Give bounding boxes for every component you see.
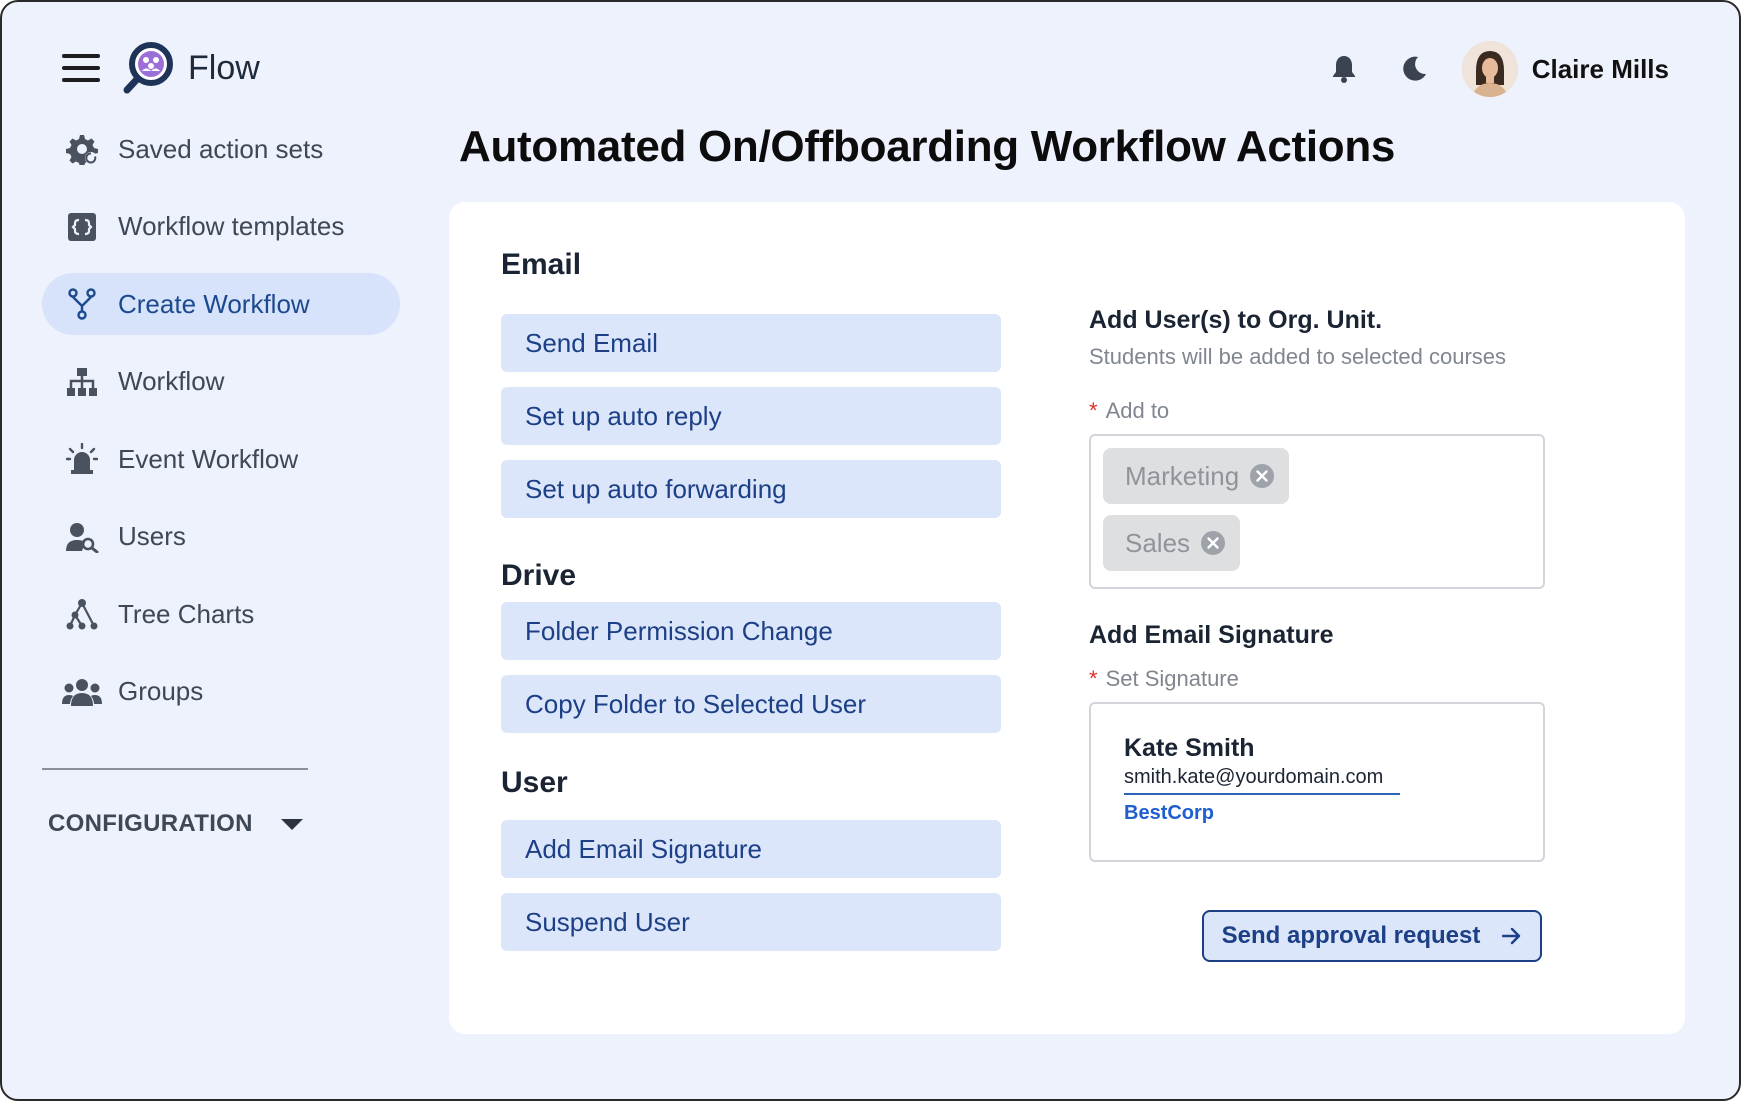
- sidebar-item-workflow-templates[interactable]: Workflow templates: [42, 196, 400, 258]
- siren-icon: [60, 437, 104, 481]
- template-icon: [60, 205, 104, 249]
- org-unit-title: Add User(s) to Org. Unit.: [1089, 306, 1383, 334]
- sidebar-item-label: Event Workflow: [118, 443, 299, 474]
- app-frame: Flow Claire Mills Saved action sets Work…: [0, 0, 1741, 1101]
- sidebar-item-groups[interactable]: Groups: [42, 661, 400, 723]
- gear-settings-icon: [60, 127, 104, 171]
- moon-icon[interactable]: [1394, 49, 1434, 89]
- sidebar-item-label: Workflow: [118, 366, 225, 396]
- user-bar: Claire Mills: [1324, 40, 1669, 98]
- required-mark: *: [1089, 398, 1098, 423]
- org-unit-subtitle: Students will be added to selected cours…: [1089, 344, 1507, 369]
- auto-reply-button[interactable]: Set up auto reply: [501, 387, 1001, 445]
- hamburger-menu-icon[interactable]: [62, 54, 100, 82]
- tag-chip-label: Marketing: [1125, 460, 1240, 491]
- signature-title: Add Email Signature: [1089, 621, 1334, 649]
- tag-chip-label: Sales: [1125, 527, 1191, 558]
- send-approval-request-button[interactable]: Send approval request: [1202, 910, 1542, 962]
- sidebar-item-create-workflow[interactable]: Create Workflow: [42, 273, 400, 335]
- avatar[interactable]: [1461, 41, 1518, 97]
- signature-company: BestCorp: [1124, 802, 1215, 824]
- sidebar-nav: Saved action sets Workflow templates Cre…: [42, 118, 400, 738]
- send-approval-request-label: Send approval request: [1221, 922, 1481, 949]
- org-unit-tag-input[interactable]: Marketing Sales: [1089, 434, 1545, 589]
- remove-tag-icon[interactable]: [1249, 463, 1275, 489]
- page-title: Automated On/Offboarding Workflow Action…: [459, 122, 1396, 171]
- sidebar-item-label: Users: [118, 521, 186, 551]
- bell-icon[interactable]: [1324, 49, 1364, 89]
- app-name: Flow: [188, 48, 260, 87]
- brand-bar: Flow: [62, 40, 260, 96]
- tag-chip: Sales: [1103, 515, 1241, 571]
- add-to-label: * Add to: [1089, 398, 1169, 424]
- auto-forwarding-button[interactable]: Set up auto forwarding: [501, 460, 1001, 518]
- caret-down-icon: [280, 818, 303, 830]
- signature-name: Kate Smith: [1124, 734, 1255, 762]
- sidebar-item-label: Groups: [118, 676, 204, 706]
- section-heading-drive: Drive: [501, 559, 577, 592]
- hierarchy-icon: [60, 360, 104, 404]
- sidebar-item-users[interactable]: Users: [42, 506, 400, 568]
- suspend-user-button[interactable]: Suspend User: [501, 893, 1001, 951]
- sidebar-item-label: Create Workflow: [118, 288, 310, 319]
- flow-logo-icon: [123, 42, 173, 94]
- signature-email: smith.kate@yourdomain.com: [1124, 766, 1400, 795]
- add-email-signature-button[interactable]: Add Email Signature: [501, 820, 1001, 878]
- folder-permission-button[interactable]: Folder Permission Change: [501, 602, 1001, 660]
- add-to-label-text: Add to: [1105, 398, 1170, 423]
- user-search-icon: [60, 515, 104, 559]
- sidebar-divider: [42, 768, 308, 770]
- copy-folder-button[interactable]: Copy Folder to Selected User: [501, 675, 1001, 733]
- tag-chip: Marketing: [1103, 448, 1290, 504]
- required-mark: *: [1089, 666, 1098, 691]
- sidebar-item-workflow[interactable]: Workflow: [42, 351, 400, 413]
- sidebar-item-tree-charts[interactable]: Tree Charts: [42, 583, 400, 645]
- set-signature-label-text: Set Signature: [1105, 666, 1239, 691]
- branch-icon: [60, 282, 104, 326]
- sidebar-item-label: Workflow templates: [118, 211, 345, 241]
- section-heading-user: User: [501, 766, 568, 799]
- actions-card: Email Send Email Set up auto reply Set u…: [449, 202, 1685, 1034]
- signature-editor[interactable]: Kate Smith smith.kate@yourdomain.com Bes…: [1089, 702, 1545, 862]
- configuration-label: CONFIGURATION: [48, 810, 253, 837]
- arrow-right-icon: [1502, 927, 1521, 945]
- sidebar-item-saved-action-sets[interactable]: Saved action sets: [42, 118, 400, 180]
- sidebar-item-event-workflow[interactable]: Event Workflow: [42, 428, 400, 490]
- sidebar-item-label: Saved action sets: [118, 133, 324, 164]
- send-email-button[interactable]: Send Email: [501, 314, 1001, 372]
- tree-chart-icon: [60, 592, 104, 636]
- configuration-toggle[interactable]: CONFIGURATION: [48, 810, 303, 838]
- set-signature-label: * Set Signature: [1089, 666, 1239, 692]
- section-heading-email: Email: [501, 248, 582, 281]
- user-name: Claire Mills: [1531, 53, 1669, 84]
- groups-icon: [60, 670, 104, 714]
- remove-tag-icon[interactable]: [1200, 530, 1226, 556]
- sidebar-item-label: Tree Charts: [118, 598, 255, 629]
